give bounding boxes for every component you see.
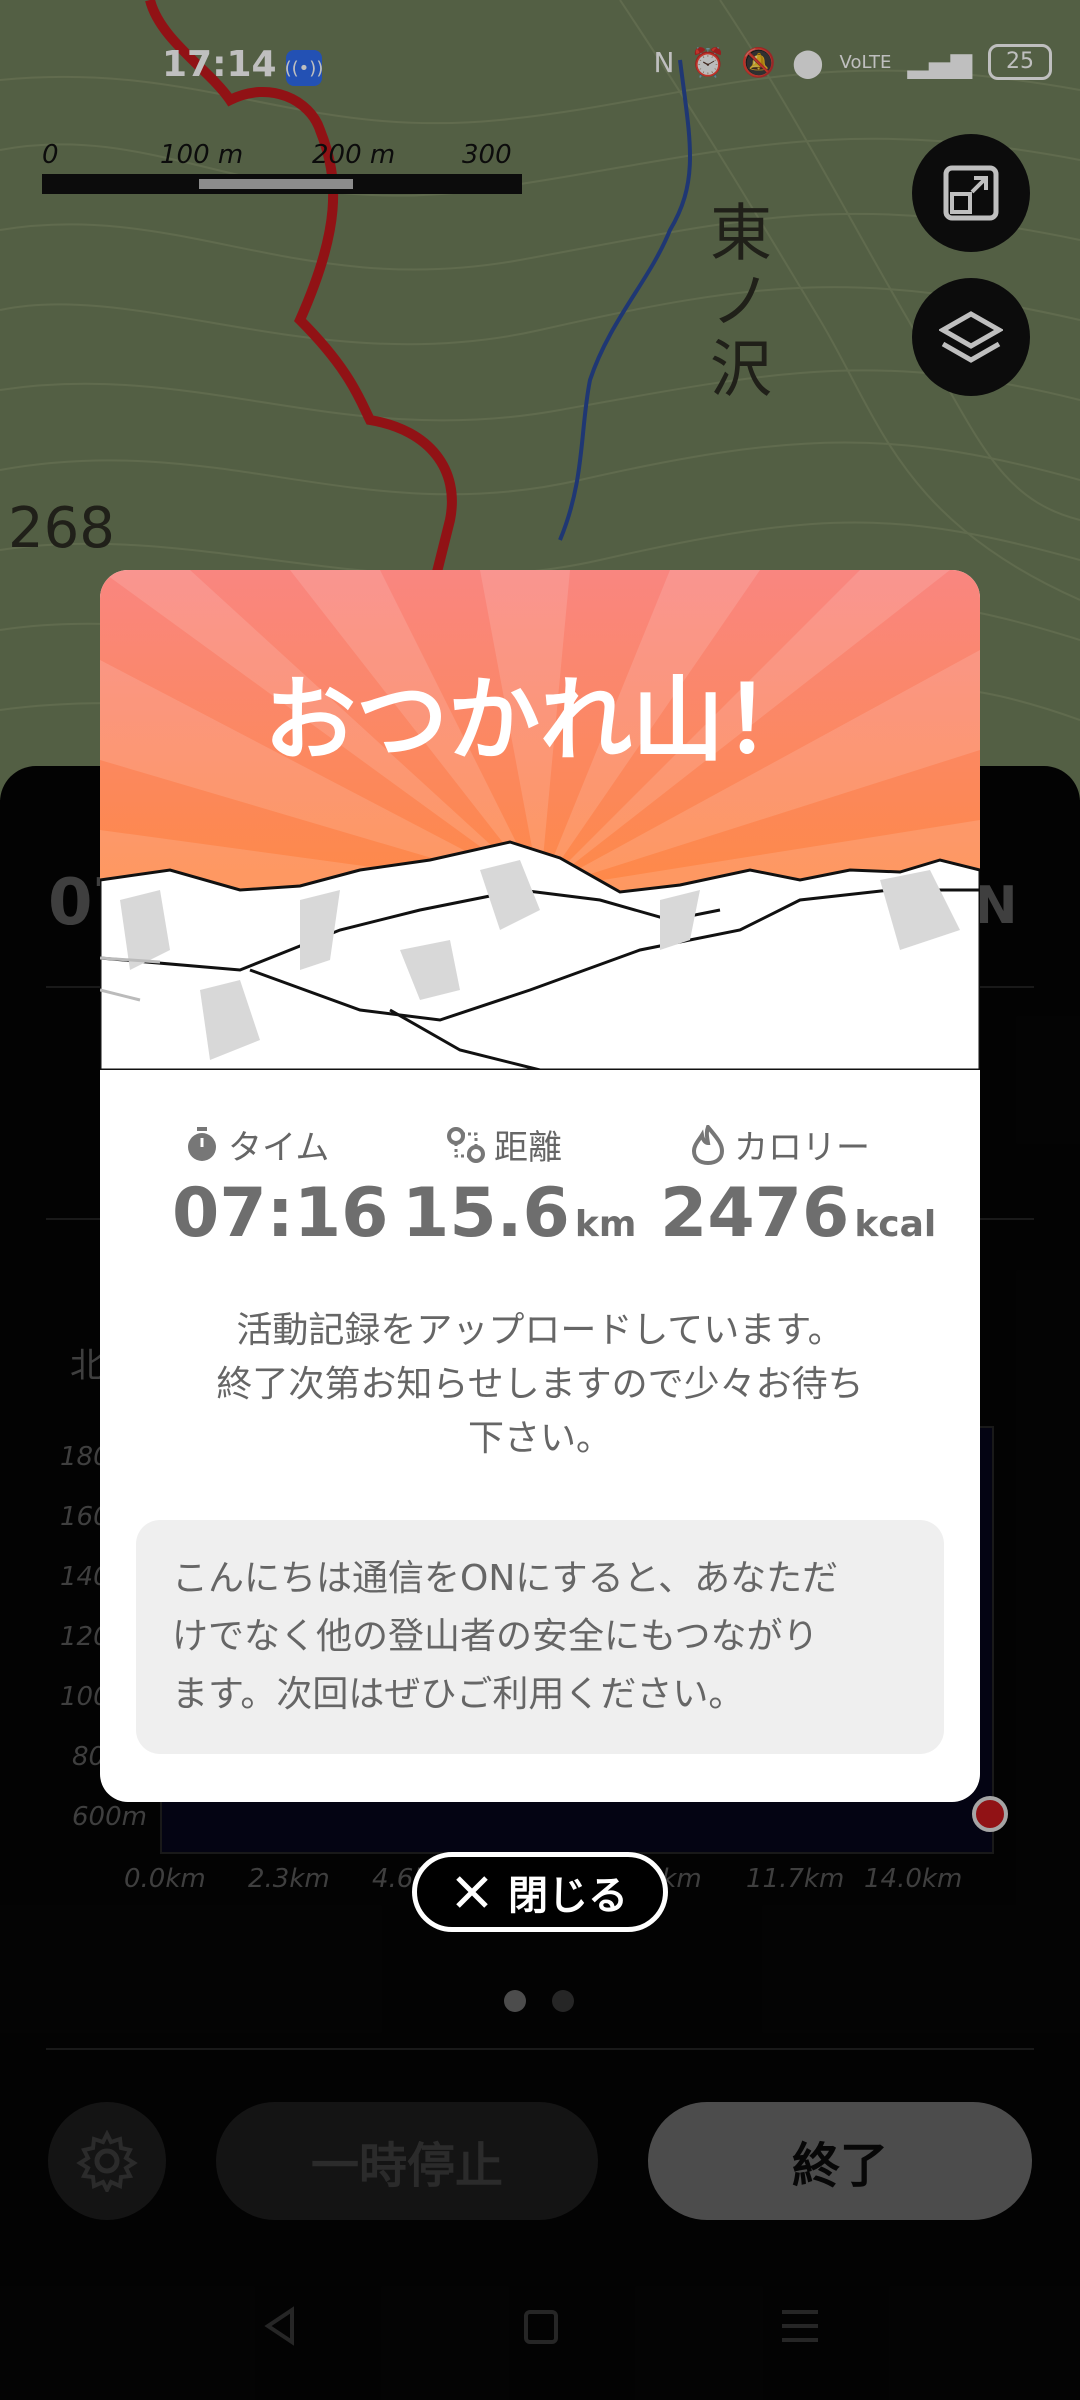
route-pin-icon (447, 1126, 485, 1163)
upload-message-line: 終了次第お知らせしますので少々お待ち (216, 1364, 864, 1405)
upload-message-line: 下さい。 (467, 1418, 612, 1459)
stat-time-value: 07:16 (172, 1174, 389, 1253)
dialog-title: おつかれ山！ (263, 667, 816, 774)
stat-calorie-value: 2476 (660, 1174, 850, 1253)
stat-distance-unit: km (574, 1204, 637, 1245)
stopwatch-icon (188, 1126, 216, 1161)
stat-calorie: カロリー (690, 1120, 870, 1169)
stat-distance-value: 15.6 (402, 1174, 570, 1253)
notice-line: けでなく他の登山者の安全にもつながり (172, 1616, 819, 1657)
finish-dialog: おつかれ山！ タイム 距離 カロリー 07:16 15.6 km 2476 kc… (100, 570, 980, 1802)
notice-line: こんにちは通信をONにすると、あなただ (172, 1558, 839, 1599)
upload-message-line: 活動記録をアップロードしています。 (236, 1310, 844, 1351)
communication-notice: こんにちは通信をONにすると、あなただ けでなく他の登山者の安全にもつながり ま… (136, 1520, 944, 1754)
notice-line: ます。次回はぜひご利用ください。 (172, 1674, 745, 1715)
close-button[interactable]: 閉じる (412, 1852, 668, 1932)
stat-time-value-group: 07:16 (172, 1174, 388, 1253)
stat-distance: 距離 (446, 1120, 562, 1169)
close-button-label: 閉じる (508, 1873, 628, 1919)
flame-icon (691, 1124, 725, 1165)
screen: 東ノ沢 268 0 100 m 200 m 300 m 17:14 ((•)) … (0, 0, 1080, 2400)
stat-calorie-value-group: 2476 kcal (660, 1174, 936, 1253)
stat-time-label: タイム (228, 1128, 330, 1168)
upload-message: 活動記録をアップロードしています。 終了次第お知らせしますので少々お待ち 下さい… (100, 1304, 980, 1466)
sunburst-header (100, 570, 980, 1070)
stat-time: タイム (184, 1120, 329, 1169)
stat-calorie-unit: kcal (854, 1204, 937, 1245)
close-icon (456, 1876, 488, 1908)
stat-distance-value-group: 15.6 km (402, 1174, 636, 1253)
stat-calorie-label: カロリー (734, 1128, 870, 1168)
stat-distance-label: 距離 (494, 1128, 562, 1168)
